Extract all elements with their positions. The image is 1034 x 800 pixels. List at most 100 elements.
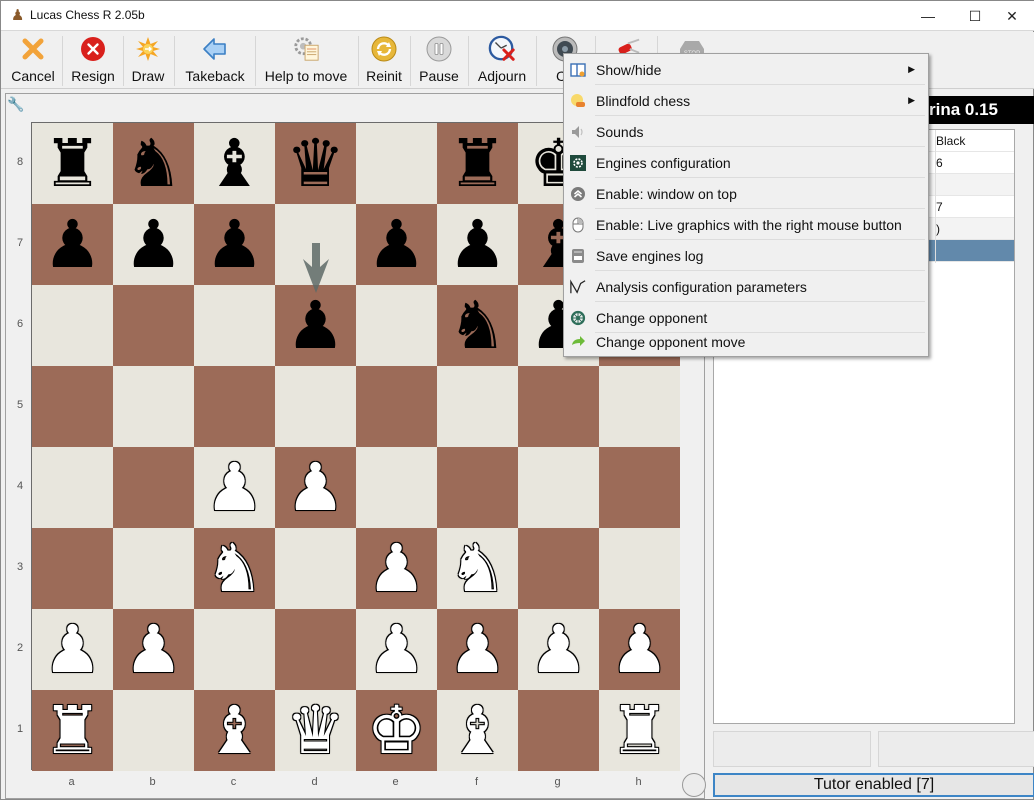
square-e1[interactable]: ♚	[356, 690, 437, 771]
menu-item-live-graphics[interactable]: Enable: Live graphics with the right mou…	[565, 209, 927, 240]
white-pawn-icon[interactable]: ♟	[286, 454, 345, 521]
black-pawn-icon[interactable]: ♟	[43, 211, 102, 278]
square-c5[interactable]	[194, 366, 275, 447]
menu-item-engines-configuration[interactable]: Engines configuration	[565, 147, 927, 178]
black-rook-icon[interactable]: ♜	[448, 130, 507, 197]
black-queen-icon[interactable]: ♛	[286, 130, 345, 197]
black-bishop-icon[interactable]: ♝	[205, 130, 264, 197]
square-g1[interactable]	[518, 690, 599, 771]
square-d8[interactable]: ♛	[275, 123, 356, 204]
square-f3[interactable]: ♞	[437, 528, 518, 609]
reinit-button[interactable]: Reinit	[361, 32, 407, 89]
help-to-move-button[interactable]: Help to move	[258, 32, 354, 89]
white-knight-icon[interactable]: ♞	[205, 535, 264, 602]
black-knight-icon[interactable]: ♞	[448, 292, 507, 359]
menu-item-analysis-configuration[interactable]: Analysis configuration parameters	[565, 271, 927, 302]
white-pawn-icon[interactable]: ♟	[448, 616, 507, 683]
square-b2[interactable]: ♟	[113, 609, 194, 690]
white-knight-icon[interactable]: ♞	[448, 535, 507, 602]
black-pawn-icon[interactable]: ♟	[124, 211, 183, 278]
square-c2[interactable]	[194, 609, 275, 690]
square-g2[interactable]: ♟	[518, 609, 599, 690]
menu-item-save-engines-log[interactable]: Save engines log	[565, 240, 927, 271]
square-a4[interactable]	[32, 447, 113, 528]
black-pawn-icon[interactable]: ♟	[367, 211, 426, 278]
black-pawn-icon[interactable]: ♟	[448, 211, 507, 278]
square-b3[interactable]	[113, 528, 194, 609]
black-pawn-icon[interactable]: ♟	[205, 211, 264, 278]
menu-item-show-hide[interactable]: Show/hide ▶	[565, 54, 927, 85]
white-pawn-icon[interactable]: ♟	[205, 454, 264, 521]
square-d3[interactable]	[275, 528, 356, 609]
draw-button[interactable]: Draw	[125, 32, 171, 89]
square-c8[interactable]: ♝	[194, 123, 275, 204]
square-b5[interactable]	[113, 366, 194, 447]
square-c6[interactable]	[194, 285, 275, 366]
white-pawn-icon[interactable]: ♟	[529, 616, 588, 683]
white-rook-icon[interactable]: ♜	[43, 697, 102, 764]
adjourn-button[interactable]: Adjourn	[471, 32, 533, 89]
white-pawn-icon[interactable]: ♟	[610, 616, 669, 683]
square-f1[interactable]: ♝	[437, 690, 518, 771]
white-pawn-icon[interactable]: ♟	[43, 616, 102, 683]
square-e8[interactable]	[356, 123, 437, 204]
black-knight-icon[interactable]: ♞	[124, 130, 183, 197]
pause-button[interactable]: Pause	[413, 32, 465, 89]
square-c1[interactable]: ♝	[194, 690, 275, 771]
square-f2[interactable]: ♟	[437, 609, 518, 690]
square-h1[interactable]: ♜	[599, 690, 680, 771]
square-a2[interactable]: ♟	[32, 609, 113, 690]
square-a7[interactable]: ♟	[32, 204, 113, 285]
tutor-status-bar[interactable]: Tutor enabled [7]	[713, 773, 1034, 797]
square-a1[interactable]: ♜	[32, 690, 113, 771]
square-e2[interactable]: ♟	[356, 609, 437, 690]
white-rook-icon[interactable]: ♜	[610, 697, 669, 764]
square-c4[interactable]: ♟	[194, 447, 275, 528]
menu-item-blindfold-chess[interactable]: Blindfold chess ▶	[565, 85, 927, 116]
square-f7[interactable]: ♟	[437, 204, 518, 285]
white-queen-icon[interactable]: ♛	[286, 697, 345, 764]
square-h2[interactable]: ♟	[599, 609, 680, 690]
square-e6[interactable]	[356, 285, 437, 366]
square-g3[interactable]	[518, 528, 599, 609]
close-button[interactable]: ✕	[989, 1, 1034, 31]
white-king-icon[interactable]: ♚	[367, 697, 426, 764]
square-a6[interactable]	[32, 285, 113, 366]
square-h5[interactable]	[599, 366, 680, 447]
square-a5[interactable]	[32, 366, 113, 447]
square-c7[interactable]: ♟	[194, 204, 275, 285]
square-b8[interactable]: ♞	[113, 123, 194, 204]
white-bishop-icon[interactable]: ♝	[205, 697, 264, 764]
black-pawn-icon[interactable]: ♟	[286, 292, 345, 359]
square-f6[interactable]: ♞	[437, 285, 518, 366]
white-bishop-icon[interactable]: ♝	[448, 697, 507, 764]
square-f4[interactable]	[437, 447, 518, 528]
square-e5[interactable]	[356, 366, 437, 447]
resign-button[interactable]: Resign	[65, 32, 121, 89]
square-h3[interactable]	[599, 528, 680, 609]
square-e4[interactable]	[356, 447, 437, 528]
square-d4[interactable]: ♟	[275, 447, 356, 528]
square-g4[interactable]	[518, 447, 599, 528]
square-d5[interactable]	[275, 366, 356, 447]
square-a3[interactable]	[32, 528, 113, 609]
square-f8[interactable]: ♜	[437, 123, 518, 204]
square-g5[interactable]	[518, 366, 599, 447]
square-d2[interactable]	[275, 609, 356, 690]
menu-item-window-on-top[interactable]: Enable: window on top	[565, 178, 927, 209]
minimize-button[interactable]: —	[905, 1, 951, 31]
square-b1[interactable]	[113, 690, 194, 771]
white-pawn-icon[interactable]: ♟	[367, 535, 426, 602]
square-b7[interactable]: ♟	[113, 204, 194, 285]
white-pawn-icon[interactable]: ♟	[124, 616, 183, 683]
square-b4[interactable]	[113, 447, 194, 528]
takeback-button[interactable]: Takeback	[177, 32, 253, 89]
square-h4[interactable]	[599, 447, 680, 528]
square-a8[interactable]: ♜	[32, 123, 113, 204]
square-e3[interactable]: ♟	[356, 528, 437, 609]
square-b6[interactable]	[113, 285, 194, 366]
menu-item-sounds[interactable]: Sounds	[565, 116, 927, 147]
cancel-button[interactable]: Cancel	[7, 32, 59, 89]
square-d1[interactable]: ♛	[275, 690, 356, 771]
square-c3[interactable]: ♞	[194, 528, 275, 609]
